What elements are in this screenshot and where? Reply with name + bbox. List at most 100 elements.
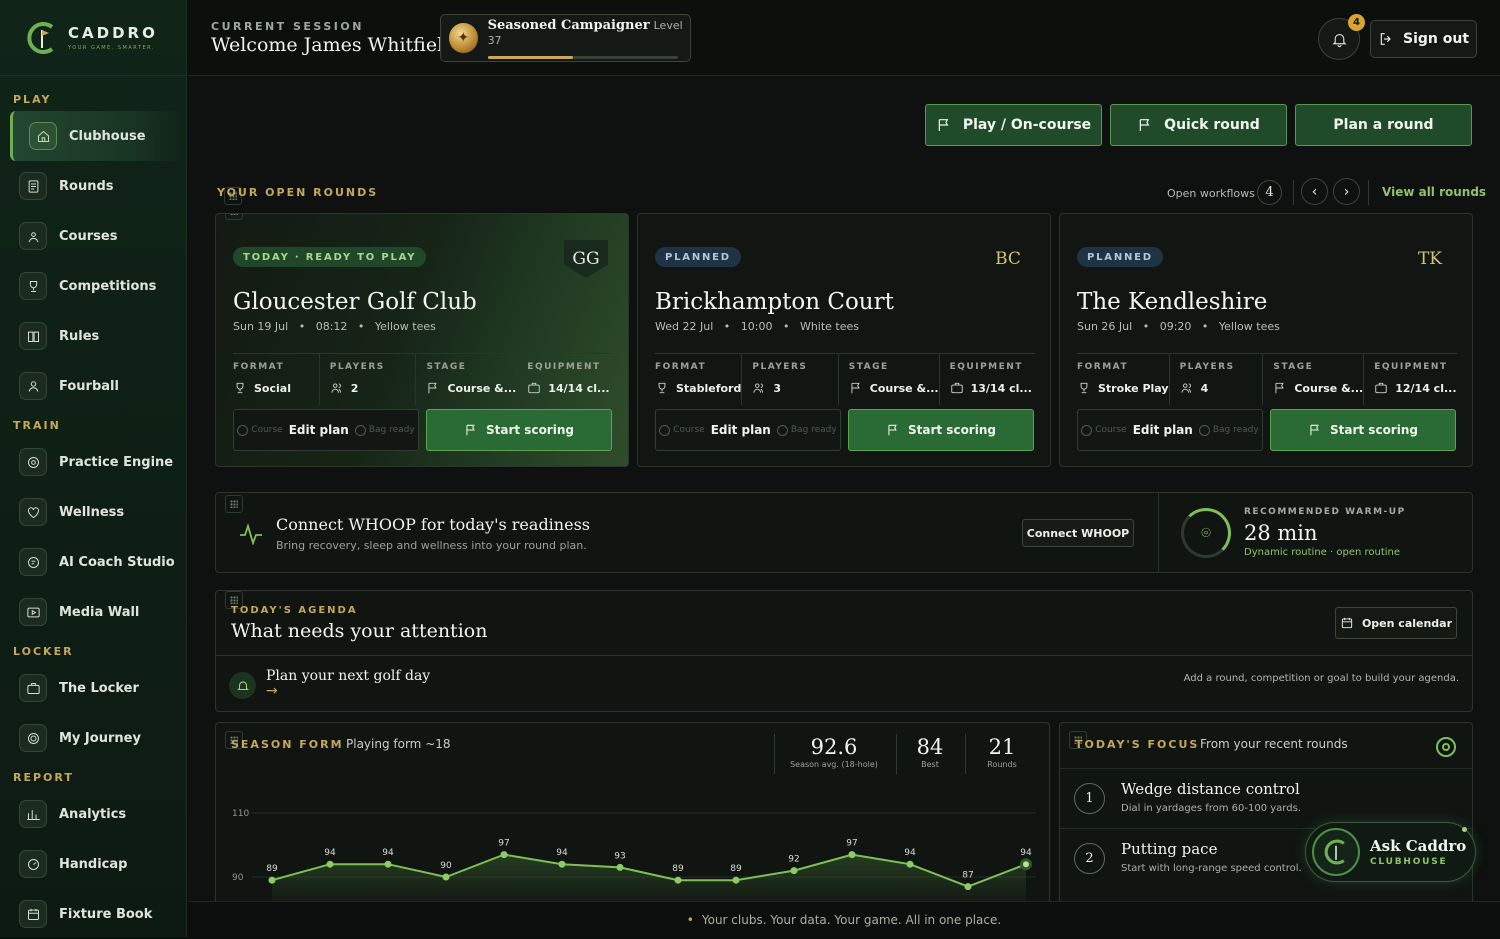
sidebar-item-rounds[interactable]: Rounds	[0, 161, 186, 211]
start-scoring-button[interactable]: Start scoring	[848, 409, 1034, 451]
format-label: FORMAT	[233, 362, 285, 372]
round-card[interactable]: PLANNED TK The Kendleshire Sun 26 Jul • …	[1059, 213, 1473, 467]
view-all-rounds-link[interactable]: View all rounds	[1382, 185, 1486, 199]
stage-stat: STAGE Course &...	[839, 354, 940, 405]
best-label: Best	[921, 760, 939, 769]
data-point[interactable]	[1020, 858, 1032, 871]
data-point[interactable]	[848, 851, 856, 859]
open-calendar-button[interactable]: Open calendar	[1335, 607, 1457, 639]
data-label: 93	[614, 851, 625, 861]
equipment-value: 13/14 cl...	[970, 381, 1032, 395]
data-label: 97	[498, 839, 509, 849]
edit-plan-button[interactable]: Course Edit plan Bag ready	[233, 409, 419, 451]
nav-section-label: REPORT	[13, 771, 74, 784]
data-label: 94	[324, 848, 336, 858]
round-details: Wed 22 Jul • 10:00 • White tees	[655, 320, 859, 333]
edit-plan-button[interactable]: Course Edit plan Bag ready	[655, 409, 841, 451]
level-badge[interactable]: ✦ Seasoned Campaigner Level 37	[440, 14, 691, 62]
video-icon	[19, 598, 47, 626]
divider	[1293, 180, 1294, 205]
sidebar-item-rules[interactable]: Rules	[0, 311, 186, 361]
open-rounds-label: YOUR OPEN ROUNDS	[217, 186, 379, 199]
start-scoring-button[interactable]: Start scoring	[1270, 409, 1456, 451]
players-icon	[1180, 383, 1191, 393]
data-point[interactable]	[964, 883, 972, 891]
start-scoring-button[interactable]: Start scoring	[426, 409, 612, 451]
data-point[interactable]	[674, 876, 682, 884]
notifications-button[interactable]: 4	[1318, 14, 1365, 60]
series-area	[272, 854, 1026, 903]
arrow-right-icon[interactable]: →	[266, 683, 278, 699]
sidebar-item-practice-engine[interactable]: Practice Engine	[0, 437, 186, 487]
next-button[interactable]: ›	[1333, 178, 1360, 205]
play-on-course-button[interactable]: Play / On-course	[925, 104, 1102, 146]
sidebar-item-wellness[interactable]: Wellness	[0, 487, 186, 537]
warmup-label: RECOMMENDED WARM-UP	[1244, 507, 1406, 517]
drag-handle-icon[interactable]	[225, 214, 243, 220]
agenda-item-title[interactable]: Plan your next golf day	[266, 668, 430, 684]
brand-logo[interactable]: CADDRO YOUR GAME. SMARTER.	[0, 0, 186, 76]
data-point[interactable]	[558, 860, 566, 868]
bag-ready-chip: Bag ready	[777, 425, 837, 436]
whoop-subtitle: Bring recovery, sleep and wellness into …	[276, 539, 587, 552]
sidebar-item-courses[interactable]: Courses	[0, 211, 186, 261]
nav-section-label: TRAIN	[13, 419, 61, 432]
data-label: 89	[266, 864, 278, 874]
edit-plan-button[interactable]: Course Edit plan Bag ready	[1077, 409, 1263, 451]
prev-button[interactable]: ‹	[1301, 178, 1328, 205]
sidebar-item-competitions[interactable]: Competitions	[0, 261, 186, 311]
data-label: 94	[556, 848, 568, 858]
format-label: FORMAT	[1077, 362, 1129, 372]
ask-caddro-button[interactable]: Ask Caddro CLUBHOUSE	[1305, 822, 1476, 882]
edit-plan-label: Edit plan	[1132, 423, 1193, 437]
sidebar-item-the-locker[interactable]: The Locker	[0, 663, 186, 713]
sign-out-button[interactable]: Sign out	[1370, 20, 1477, 58]
round-card[interactable]: TODAY · READY TO PLAY GG Gloucester Golf…	[215, 213, 629, 467]
format-value: Social	[254, 381, 291, 395]
sidebar-item-my-journey[interactable]: My Journey	[0, 713, 186, 763]
format-icon	[236, 382, 244, 394]
data-point[interactable]	[442, 873, 450, 881]
data-point[interactable]	[384, 860, 392, 868]
caddro-assistant-icon	[1312, 828, 1360, 876]
sidebar-item-clubhouse[interactable]: Clubhouse	[10, 111, 186, 161]
course-chip: Course	[659, 425, 704, 436]
separator: •	[1142, 320, 1150, 333]
plan-round-button[interactable]: Plan a round	[1295, 104, 1472, 146]
drag-handle-icon[interactable]	[225, 495, 243, 513]
focus-item[interactable]: 1 Wedge distance control Dial in yardages …	[1060, 768, 1472, 828]
sidebar-item-fourball[interactable]: Fourball	[0, 361, 186, 411]
sidebar-item-analytics[interactable]: Analytics	[0, 789, 186, 839]
readiness-panel: Connect WHOOP for today's readiness Brin…	[215, 492, 1473, 573]
sidebar-item-fixture-book[interactable]: Fixture Book	[0, 889, 186, 939]
footer: • Your clubs. Your data. Your game. All …	[188, 901, 1500, 937]
edit-plan-label: Edit plan	[710, 423, 771, 437]
warmup-routine-link[interactable]: Dynamic routine · open routine	[1244, 547, 1400, 558]
rounds-value: 21	[988, 735, 1016, 759]
ask-caddro-title: Ask Caddro	[1370, 837, 1467, 855]
ask-caddro-subtitle: CLUBHOUSE	[1370, 857, 1448, 867]
data-point[interactable]	[906, 860, 914, 868]
format-icon	[1080, 382, 1088, 394]
data-point[interactable]	[500, 851, 508, 859]
data-point[interactable]	[790, 867, 798, 875]
round-date: Wed 22 Jul	[655, 320, 714, 333]
stage-value: Course &...	[1294, 381, 1364, 395]
quick-round-button[interactable]: Quick round	[1110, 104, 1287, 146]
stage-label: STAGE	[426, 362, 467, 372]
equipment-label: EQUIPMENT	[527, 362, 601, 372]
data-point[interactable]	[616, 863, 624, 871]
data-point[interactable]	[326, 860, 334, 868]
divider	[1368, 180, 1369, 205]
warmup-value: 28 min	[1244, 521, 1318, 545]
session-label: CURRENT SESSION	[211, 20, 364, 33]
format-icon	[658, 382, 666, 394]
connect-whoop-button[interactable]: Connect WHOOP	[1022, 519, 1134, 547]
season-average-stat: 92.6 Season avg. (18-hole)	[776, 735, 892, 769]
sidebar-item-ai-coach-studio[interactable]: AI Coach Studio	[0, 537, 186, 587]
sidebar-item-handicap[interactable]: Handicap	[0, 839, 186, 889]
data-point[interactable]	[268, 876, 276, 884]
data-point[interactable]	[732, 876, 740, 884]
sidebar-item-media-wall[interactable]: Media Wall	[0, 587, 186, 637]
round-card[interactable]: PLANNED BC Brickhampton Court Wed 22 Jul…	[637, 213, 1051, 467]
